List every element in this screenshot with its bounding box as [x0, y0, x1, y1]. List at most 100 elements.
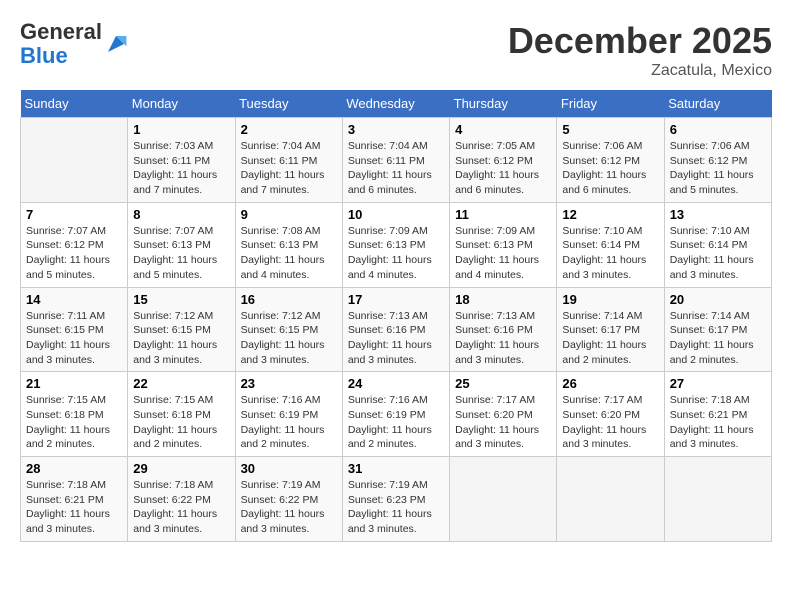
day-info: Sunrise: 7:17 AMSunset: 6:20 PMDaylight:… — [562, 393, 658, 452]
calendar-cell: 29Sunrise: 7:18 AMSunset: 6:22 PMDayligh… — [128, 457, 235, 542]
day-info: Sunrise: 7:12 AMSunset: 6:15 PMDaylight:… — [241, 309, 337, 368]
header-friday: Friday — [557, 90, 664, 118]
day-info: Sunrise: 7:03 AMSunset: 6:11 PMDaylight:… — [133, 139, 229, 198]
day-info: Sunrise: 7:13 AMSunset: 6:16 PMDaylight:… — [455, 309, 551, 368]
day-number: 15 — [133, 292, 229, 307]
day-info: Sunrise: 7:14 AMSunset: 6:17 PMDaylight:… — [670, 309, 766, 368]
calendar-cell: 16 Sunrise: 7:12 AMSunset: 6:15 PMDayligh… — [235, 287, 342, 372]
day-info: Sunrise: 7:17 AMSunset: 6:20 PMDaylight:… — [455, 393, 551, 452]
calendar-cell: 30 Sunrise: 7:19 AMSunset: 6:22 PMDayligh… — [235, 457, 342, 542]
calendar-cell: 21 Sunrise: 7:15 AMSunset: 6:18 PMDayligh… — [21, 372, 128, 457]
day-info: Sunrise: 7:06 AMSunset: 6:12 PMDaylight:… — [562, 139, 658, 198]
day-info: Sunrise: 7:08 AMSunset: 6:13 PMDaylight:… — [241, 224, 337, 283]
calendar-cell: 20Sunrise: 7:14 AMSunset: 6:17 PMDayligh… — [664, 287, 771, 372]
day-info: Sunrise: 7:06 AMSunset: 6:12 PMDaylight:… — [670, 139, 766, 198]
day-info: Sunrise: 7:07 AMSunset: 6:12 PMDaylight:… — [26, 224, 122, 283]
month-title: December 2025 — [508, 20, 772, 62]
calendar-cell: 8 Sunrise: 7:07 AMSunset: 6:13 PMDaylight… — [128, 202, 235, 287]
day-number: 26 — [562, 376, 658, 391]
day-number: 17 — [348, 292, 444, 307]
day-info: Sunrise: 7:15 AMSunset: 6:18 PMDaylight:… — [26, 393, 122, 452]
day-number: 31 — [348, 461, 444, 476]
header-tuesday: Tuesday — [235, 90, 342, 118]
calendar-cell: 22Sunrise: 7:15 AMSunset: 6:18 PMDayligh… — [128, 372, 235, 457]
day-info: Sunrise: 7:10 AMSunset: 6:14 PMDaylight:… — [562, 224, 658, 283]
day-number: 21 — [26, 376, 122, 391]
day-info: Sunrise: 7:09 AMSunset: 6:13 PMDaylight:… — [455, 224, 551, 283]
day-info: Sunrise: 7:18 AMSunset: 6:22 PMDaylight:… — [133, 478, 229, 537]
day-info: Sunrise: 7:13 AMSunset: 6:16 PMDaylight:… — [348, 309, 444, 368]
header-monday: Monday — [128, 90, 235, 118]
day-number: 30 — [241, 461, 337, 476]
week-row-3: 14 Sunrise: 7:11 AMSunset: 6:15 PMDayligh… — [21, 287, 772, 372]
calendar-cell: 9 Sunrise: 7:08 AMSunset: 6:13 PMDaylight… — [235, 202, 342, 287]
calendar-cell — [664, 457, 771, 542]
day-number: 25 — [455, 376, 551, 391]
calendar-cell: 3 Sunrise: 7:04 AMSunset: 6:11 PMDaylight… — [342, 118, 449, 203]
calendar-cell: 19 Sunrise: 7:14 AMSunset: 6:17 PMDayligh… — [557, 287, 664, 372]
day-info: Sunrise: 7:19 AMSunset: 6:23 PMDaylight:… — [348, 478, 444, 537]
calendar-cell: 7 Sunrise: 7:07 AMSunset: 6:12 PMDaylight… — [21, 202, 128, 287]
calendar-cell: 17 Sunrise: 7:13 AMSunset: 6:16 PMDayligh… — [342, 287, 449, 372]
day-info: Sunrise: 7:10 AMSunset: 6:14 PMDaylight:… — [670, 224, 766, 283]
calendar-cell: 11 Sunrise: 7:09 AMSunset: 6:13 PMDayligh… — [450, 202, 557, 287]
day-info: Sunrise: 7:19 AMSunset: 6:22 PMDaylight:… — [241, 478, 337, 537]
day-number: 9 — [241, 207, 337, 222]
day-number: 24 — [348, 376, 444, 391]
header-thursday: Thursday — [450, 90, 557, 118]
calendar-cell: 2 Sunrise: 7:04 AMSunset: 6:11 PMDaylight… — [235, 118, 342, 203]
calendar-table: SundayMondayTuesdayWednesdayThursdayFrid… — [20, 90, 772, 542]
week-row-2: 7 Sunrise: 7:07 AMSunset: 6:12 PMDaylight… — [21, 202, 772, 287]
calendar-cell: 6 Sunrise: 7:06 AMSunset: 6:12 PMDaylight… — [664, 118, 771, 203]
calendar-cell: 12 Sunrise: 7:10 AMSunset: 6:14 PMDayligh… — [557, 202, 664, 287]
calendar-cell: 13 Sunrise: 7:10 AMSunset: 6:14 PMDayligh… — [664, 202, 771, 287]
week-row-1: 1 Sunrise: 7:03 AMSunset: 6:11 PMDaylight… — [21, 118, 772, 203]
calendar-header: SundayMondayTuesdayWednesdayThursdayFrid… — [21, 90, 772, 118]
day-info: Sunrise: 7:14 AMSunset: 6:17 PMDaylight:… — [562, 309, 658, 368]
day-info: Sunrise: 7:07 AMSunset: 6:13 PMDaylight:… — [133, 224, 229, 283]
day-info: Sunrise: 7:15 AMSunset: 6:18 PMDaylight:… — [133, 393, 229, 452]
day-number: 13 — [670, 207, 766, 222]
day-number: 18 — [455, 292, 551, 307]
day-number: 16 — [241, 292, 337, 307]
day-number: 23 — [241, 376, 337, 391]
day-number: 1 — [133, 122, 229, 137]
day-info: Sunrise: 7:16 AMSunset: 6:19 PMDaylight:… — [241, 393, 337, 452]
calendar-cell: 25 Sunrise: 7:17 AMSunset: 6:20 PMDayligh… — [450, 372, 557, 457]
day-info: Sunrise: 7:09 AMSunset: 6:13 PMDaylight:… — [348, 224, 444, 283]
logo: General Blue — [20, 20, 128, 68]
title-block: December 2025 Zacatula, Mexico — [508, 20, 772, 80]
calendar-cell: 10 Sunrise: 7:09 AMSunset: 6:13 PMDayligh… — [342, 202, 449, 287]
day-info: Sunrise: 7:16 AMSunset: 6:19 PMDaylight:… — [348, 393, 444, 452]
location: Zacatula, Mexico — [508, 62, 772, 80]
day-number: 6 — [670, 122, 766, 137]
day-info: Sunrise: 7:12 AMSunset: 6:15 PMDaylight:… — [133, 309, 229, 368]
day-number: 11 — [455, 207, 551, 222]
day-number: 5 — [562, 122, 658, 137]
calendar-cell — [21, 118, 128, 203]
calendar-cell: 23 Sunrise: 7:16 AMSunset: 6:19 PMDayligh… — [235, 372, 342, 457]
day-number: 3 — [348, 122, 444, 137]
day-info: Sunrise: 7:11 AMSunset: 6:15 PMDaylight:… — [26, 309, 122, 368]
logo-icon — [104, 32, 128, 56]
day-info: Sunrise: 7:04 AMSunset: 6:11 PMDaylight:… — [241, 139, 337, 198]
day-info: Sunrise: 7:04 AMSunset: 6:11 PMDaylight:… — [348, 139, 444, 198]
day-info: Sunrise: 7:18 AMSunset: 6:21 PMDaylight:… — [26, 478, 122, 537]
logo-general-text: General — [20, 19, 102, 44]
day-number: 19 — [562, 292, 658, 307]
day-info: Sunrise: 7:05 AMSunset: 6:12 PMDaylight:… — [455, 139, 551, 198]
week-row-5: 28Sunrise: 7:18 AMSunset: 6:21 PMDayligh… — [21, 457, 772, 542]
day-number: 8 — [133, 207, 229, 222]
day-number: 12 — [562, 207, 658, 222]
logo-blue-text: Blue — [20, 43, 68, 68]
day-number: 14 — [26, 292, 122, 307]
day-number: 27 — [670, 376, 766, 391]
day-number: 4 — [455, 122, 551, 137]
calendar-cell: 24 Sunrise: 7:16 AMSunset: 6:19 PMDayligh… — [342, 372, 449, 457]
day-number: 2 — [241, 122, 337, 137]
day-number: 10 — [348, 207, 444, 222]
calendar-cell: 28Sunrise: 7:18 AMSunset: 6:21 PMDayligh… — [21, 457, 128, 542]
header-sunday: Sunday — [21, 90, 128, 118]
header-saturday: Saturday — [664, 90, 771, 118]
day-number: 7 — [26, 207, 122, 222]
